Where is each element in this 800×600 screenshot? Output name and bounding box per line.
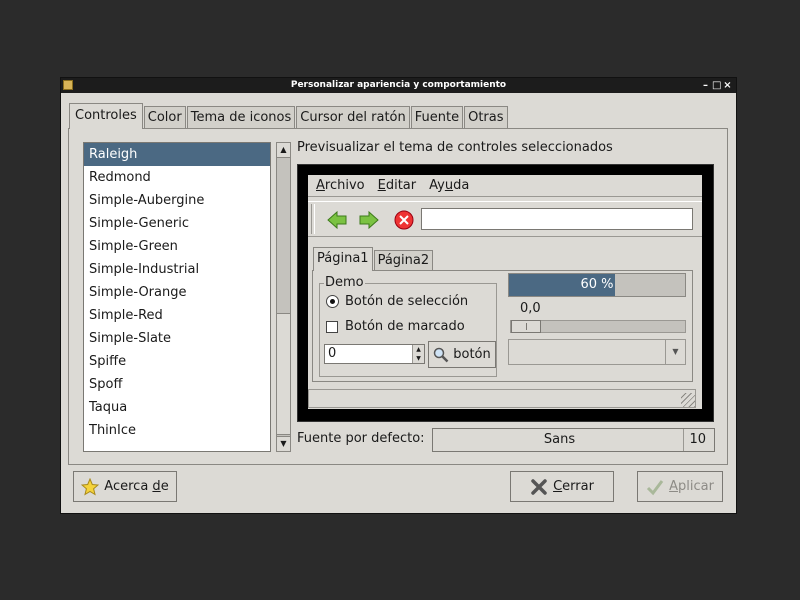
spin-arrows-icon[interactable]: ▲ ▼: [412, 345, 424, 363]
search-button[interactable]: botón: [428, 341, 496, 368]
tab-controles[interactable]: Controles: [69, 103, 143, 129]
theme-list-item[interactable]: Simple-Industrial: [84, 258, 270, 281]
about-button-label: Acerca de: [104, 479, 169, 494]
font-picker-button[interactable]: Sans 10: [432, 428, 715, 452]
demo-frame: Demo Botón de selección Botón de marcado…: [319, 275, 497, 377]
spin-button[interactable]: 0 ▲ ▼: [324, 344, 425, 364]
close-icon: [531, 478, 547, 495]
radio-indicator[interactable]: [326, 295, 339, 308]
menu-ayuda[interactable]: Ayuda: [429, 178, 469, 193]
preview-tabpanel: Demo Botón de selección Botón de marcado…: [312, 270, 693, 382]
close-button[interactable]: Cerrar: [510, 471, 614, 502]
scale-value: 0,0: [520, 301, 541, 316]
theme-list-item[interactable]: Raleigh: [84, 143, 270, 166]
spin-value: 0: [328, 346, 337, 361]
about-button[interactable]: Acerca de: [73, 471, 177, 502]
theme-list-scrollbar[interactable]: ▲ ▼: [276, 142, 291, 452]
controles-panel: Raleigh Redmond Simple-Aubergine Simple-…: [68, 128, 728, 465]
theme-list-item[interactable]: Spoff: [84, 373, 270, 396]
tab-tema-de-iconos[interactable]: Tema de iconos: [186, 106, 296, 129]
menu-archivo[interactable]: Archivo: [316, 178, 365, 193]
theme-list-item[interactable]: Spiffe: [84, 350, 270, 373]
app-icon: [63, 80, 73, 90]
theme-list[interactable]: Raleigh Redmond Simple-Aubergine Simple-…: [83, 142, 271, 452]
star-icon: [81, 477, 100, 496]
preview-text-entry[interactable]: [421, 208, 693, 230]
minimize-button[interactable]: –: [701, 78, 710, 93]
tab-pagina2[interactable]: Página2: [373, 250, 434, 271]
preview-label: Previsualizar el tema de controles selec…: [297, 140, 613, 155]
default-font-label: Fuente por defecto:: [297, 431, 425, 446]
appearance-window: Personalizar apariencia y comportamiento…: [60, 77, 737, 514]
chevron-down-icon[interactable]: ▼: [665, 340, 685, 364]
font-name: Sans: [543, 432, 576, 447]
preview-statusbar: [308, 389, 696, 408]
close-window-button[interactable]: ×: [723, 78, 732, 93]
scroll-up-icon[interactable]: ▲: [277, 143, 290, 158]
checkmark-icon: [647, 479, 664, 495]
checkbox-indicator[interactable]: [326, 320, 338, 333]
theme-list-item[interactable]: Redmond: [84, 166, 270, 189]
radio-button[interactable]: Botón de selección: [326, 294, 468, 309]
tab-fuente[interactable]: Fuente: [410, 106, 464, 129]
theme-preview: Archivo Editar Ayuda Página1 Página2 Dem…: [297, 164, 714, 422]
preview-menubar: Archivo Editar Ayuda: [308, 175, 702, 197]
theme-list-item[interactable]: Simple-Generic: [84, 212, 270, 235]
resize-grip-icon[interactable]: [681, 393, 695, 407]
theme-list-item[interactable]: Simple-Aubergine: [84, 189, 270, 212]
tab-pagina1[interactable]: Página1: [313, 247, 373, 271]
scroll-down-icon[interactable]: ▼: [277, 436, 290, 451]
preview-toolbar: [308, 201, 702, 237]
search-button-label: botón: [453, 347, 491, 362]
theme-list-item[interactable]: Taqua: [84, 396, 270, 419]
theme-list-item[interactable]: Simple-Green: [84, 235, 270, 258]
checkbox[interactable]: Botón de marcado: [326, 319, 465, 334]
theme-list-item[interactable]: Simple-Red: [84, 304, 270, 327]
scrollbar-thumb[interactable]: [277, 313, 290, 435]
combo-box[interactable]: ▼: [508, 339, 686, 365]
title-bar[interactable]: Personalizar apariencia y comportamiento…: [61, 78, 736, 93]
apply-button[interactable]: Aplicar: [637, 471, 723, 502]
font-size: 10: [683, 429, 706, 451]
apply-button-label: Aplicar: [669, 479, 714, 494]
checkbox-label: Botón de marcado: [345, 319, 465, 334]
stop-icon[interactable]: [393, 210, 415, 230]
maximize-button[interactable]: □: [712, 78, 721, 93]
progress-bar: 60 %: [508, 273, 686, 297]
theme-list-item[interactable]: ThinIce: [84, 419, 270, 442]
toolbar-grip[interactable]: [311, 204, 315, 234]
menu-editar[interactable]: Editar: [378, 178, 417, 193]
back-arrow-icon[interactable]: [326, 210, 348, 230]
radio-label: Botón de selección: [345, 294, 469, 309]
theme-list-item[interactable]: Simple-Orange: [84, 281, 270, 304]
theme-list-item[interactable]: Simple-Slate: [84, 327, 270, 350]
tab-color[interactable]: Color: [143, 106, 186, 129]
progress-text: 60 %: [580, 277, 614, 292]
close-button-label: Cerrar: [553, 479, 594, 494]
slider-thumb[interactable]: [511, 320, 541, 333]
scale-slider[interactable]: [510, 320, 686, 333]
tab-otras[interactable]: Otras: [464, 106, 508, 129]
magnifier-icon: [434, 347, 449, 362]
forward-arrow-icon[interactable]: [358, 210, 380, 230]
tab-cursor-del-raton[interactable]: Cursor del ratón: [296, 106, 410, 129]
main-tabs: Controles Color Tema de iconos Cursor de…: [69, 103, 509, 129]
window-title: Personalizar apariencia y comportamiento: [290, 80, 507, 90]
preview-tabs: Página1 Página2: [313, 247, 434, 271]
demo-frame-label: Demo: [324, 275, 365, 290]
